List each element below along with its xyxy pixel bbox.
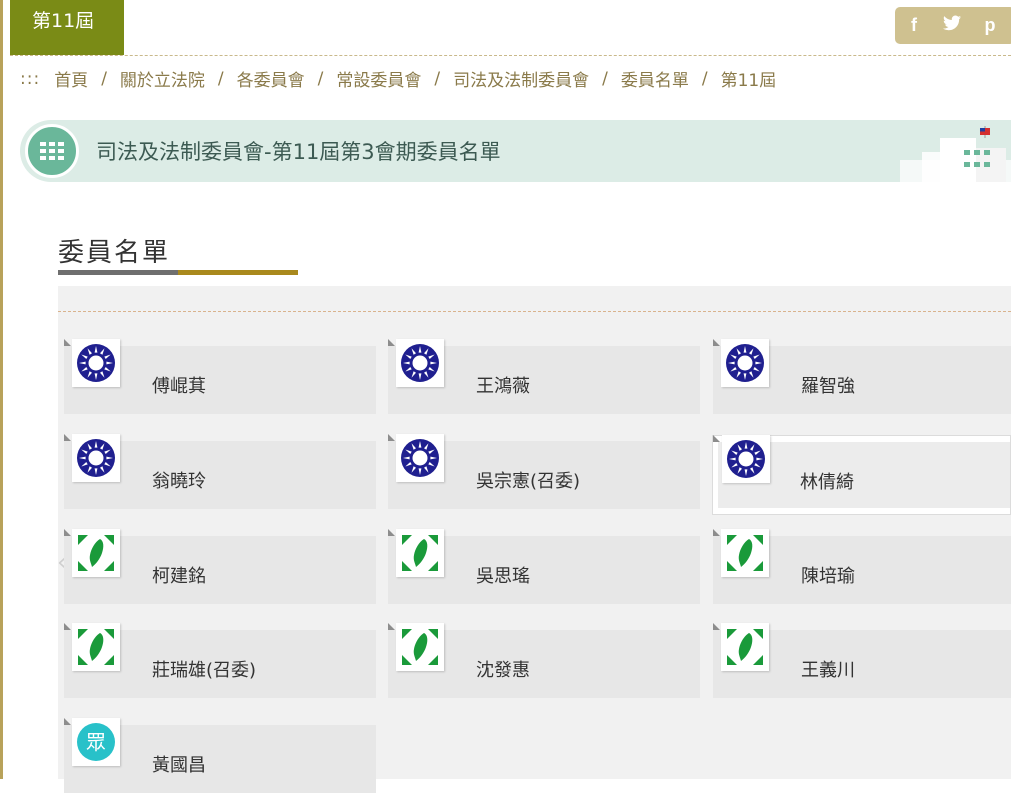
breadcrumb-anchor: ::: <box>20 68 41 89</box>
member-name[interactable]: 王鴻薇 <box>476 372 530 398</box>
member-name[interactable]: 林倩綺 <box>800 468 854 494</box>
term-tab[interactable]: 第11屆 <box>10 0 124 55</box>
card-corner-fold <box>713 529 720 536</box>
member-name[interactable]: 吳宗憲(召委) <box>476 467 580 493</box>
facebook-icon[interactable]: f <box>895 15 933 36</box>
building-illustration-icon <box>900 126 1011 182</box>
member-card[interactable]: 王鴻薇 <box>388 339 700 414</box>
header-divider <box>10 55 1011 56</box>
member-name[interactable]: 王義川 <box>801 656 855 682</box>
card-corner-fold <box>388 529 395 536</box>
section-title: 委員名單 <box>58 238 171 268</box>
breadcrumb-standing-committees[interactable]: 常設委員會 <box>336 66 421 91</box>
breadcrumb-separator: / <box>602 68 608 89</box>
page-title: 司法及法制委員會-第11屆第3會期委員名單 <box>96 140 501 164</box>
breadcrumb-separator: / <box>701 68 708 89</box>
breadcrumb-separator: / <box>101 68 107 89</box>
member-name[interactable]: 莊瑞雄(召委) <box>152 656 256 682</box>
member-card[interactable]: 翁曉玲 <box>64 434 376 509</box>
card-corner-fold <box>64 623 71 630</box>
breadcrumb-separator: / <box>434 68 441 89</box>
plurk-icon[interactable]: p <box>971 15 1009 36</box>
member-card[interactable]: 林倩綺 <box>712 435 1011 515</box>
twitter-icon[interactable] <box>933 15 971 36</box>
member-name[interactable]: 翁曉玲 <box>152 467 206 493</box>
member-card[interactable]: 陳培瑜 <box>713 529 1011 604</box>
member-card[interactable]: 沈發惠 <box>388 623 700 698</box>
member-card[interactable]: 吳宗憲(召委) <box>388 434 700 509</box>
member-name[interactable]: 傅崐萁 <box>152 372 206 398</box>
member-name[interactable]: 羅智強 <box>801 372 855 398</box>
member-name[interactable]: 吳思瑤 <box>476 562 530 588</box>
breadcrumb-about[interactable]: 關於立法院 <box>120 66 205 91</box>
kmt-emblem-icon <box>72 434 120 482</box>
kmt-emblem-icon <box>396 339 444 387</box>
card-corner-fold <box>388 339 395 346</box>
breadcrumb: ::: 首頁 / 關於立法院 / 各委員會 / 常設委員會 / 司法及法制委員會… <box>20 66 777 92</box>
card-corner-fold <box>713 623 720 630</box>
member-card[interactable]: 吳思瑤 <box>388 529 700 604</box>
card-corner-fold <box>713 435 720 442</box>
dpp-emblem-icon <box>396 529 444 577</box>
breadcrumb-separator: / <box>317 68 324 89</box>
dpp-emblem-icon <box>72 623 120 671</box>
kmt-emblem-icon <box>722 435 770 483</box>
card-corner-fold <box>64 529 71 536</box>
breadcrumb-committees[interactable]: 各委員會 <box>237 66 305 91</box>
section-underline-grey <box>58 270 178 275</box>
left-border <box>0 0 3 779</box>
card-corner-fold <box>64 718 71 725</box>
breadcrumb-judiciary-committee[interactable]: 司法及法制委員會 <box>453 66 589 91</box>
member-name[interactable]: 陳培瑜 <box>801 562 855 588</box>
section-underline-gold <box>178 270 298 275</box>
dpp-emblem-icon <box>72 529 120 577</box>
member-name[interactable]: 沈發惠 <box>476 656 530 682</box>
grid-icon <box>25 124 79 178</box>
member-name[interactable]: 黃國昌 <box>152 751 206 777</box>
member-card[interactable]: 傅崐萁 <box>64 339 376 414</box>
member-card[interactable]: 眾黃國昌 <box>64 718 376 793</box>
member-card[interactable]: 莊瑞雄(召委) <box>64 623 376 698</box>
card-corner-fold <box>64 339 71 346</box>
kmt-emblem-icon <box>72 339 120 387</box>
breadcrumb-term[interactable]: 第11屆 <box>721 66 777 91</box>
kmt-emblem-icon <box>396 434 444 482</box>
card-corner-fold <box>713 339 720 346</box>
member-name[interactable]: 柯建銘 <box>152 562 206 588</box>
breadcrumb-member-list[interactable]: 委員名單 <box>621 66 689 91</box>
member-list-divider <box>58 311 1011 312</box>
tpp-emblem-icon: 眾 <box>72 718 120 766</box>
dpp-emblem-icon <box>721 529 769 577</box>
svg-text:眾: 眾 <box>86 730 106 754</box>
breadcrumb-separator: / <box>217 68 224 89</box>
member-card[interactable]: 柯建銘 <box>64 529 376 604</box>
page-banner: 司法及法制委員會-第11屆第3會期委員名單 <box>20 120 1011 182</box>
card-corner-fold <box>388 623 395 630</box>
card-corner-fold <box>64 434 71 441</box>
breadcrumb-home[interactable]: 首頁 <box>54 66 88 91</box>
card-corner-fold <box>388 434 395 441</box>
dpp-emblem-icon <box>396 623 444 671</box>
term-tab-label: 第11屆 <box>32 10 95 32</box>
member-card[interactable]: 王義川 <box>713 623 1011 698</box>
dpp-emblem-icon <box>721 623 769 671</box>
social-share-bar: f p <box>895 7 1011 44</box>
member-card[interactable]: 羅智強 <box>713 339 1011 414</box>
kmt-emblem-icon <box>721 339 769 387</box>
